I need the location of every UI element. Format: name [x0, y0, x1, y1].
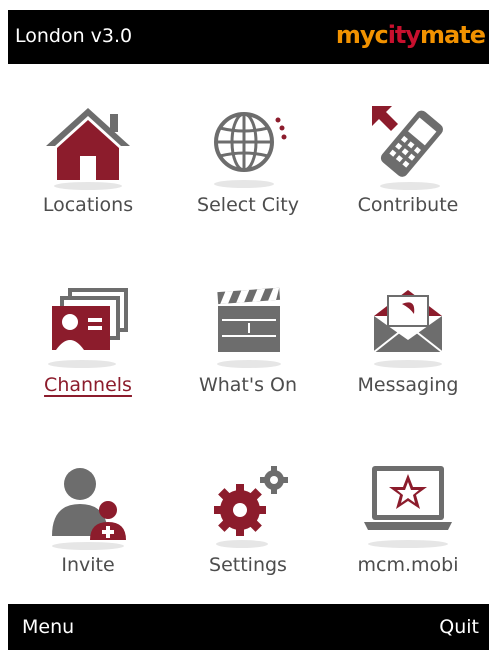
title-bar: London v3.0 mycitymate	[8, 10, 489, 64]
add-user-icon	[38, 460, 138, 552]
envelope-icon	[358, 280, 458, 372]
menu-item-label: Messaging	[357, 374, 459, 396]
main-menu-grid: Locations Select City Contribute Channel…	[8, 64, 489, 604]
menu-item-select-city[interactable]: Select City	[168, 64, 328, 244]
menu-item-label: What's On	[198, 374, 298, 396]
channels-icon	[38, 280, 138, 372]
softkey-bar: Menu Quit	[8, 604, 489, 650]
menu-item-settings[interactable]: Settings	[168, 424, 328, 604]
phone-upload-icon	[358, 100, 458, 192]
menu-item-label: Select City	[197, 194, 299, 216]
quit-softkey[interactable]: Quit	[439, 616, 479, 638]
menu-item-label: Locations	[42, 194, 134, 216]
menu-item-whats-on[interactable]: What's On	[168, 244, 328, 424]
menu-item-invite[interactable]: Invite	[8, 424, 168, 604]
gears-icon	[198, 460, 298, 552]
menu-item-label: Settings	[209, 554, 287, 576]
menu-item-contribute[interactable]: Contribute	[328, 64, 488, 244]
app-title: London v3.0	[15, 25, 133, 47]
globe-icon	[198, 100, 298, 192]
menu-item-label: Invite	[61, 554, 115, 576]
laptop-star-icon	[358, 460, 458, 552]
menu-item-label: Channels	[44, 374, 132, 396]
menu-item-label: mcm.mobi	[357, 554, 459, 576]
app-screen: London v3.0 mycitymate Locations Select …	[8, 10, 489, 650]
menu-item-locations[interactable]: Locations	[8, 64, 168, 244]
menu-item-label: Contribute	[357, 194, 459, 216]
menu-item-channels[interactable]: Channels	[8, 244, 168, 424]
mycitymate-logo: mycitymate	[335, 21, 486, 49]
menu-softkey[interactable]: Menu	[22, 616, 74, 638]
home-icon	[38, 100, 138, 192]
menu-item-messaging[interactable]: Messaging	[328, 244, 488, 424]
clapperboard-icon	[198, 280, 298, 372]
menu-item-mcm-mobi[interactable]: mcm.mobi	[328, 424, 488, 604]
